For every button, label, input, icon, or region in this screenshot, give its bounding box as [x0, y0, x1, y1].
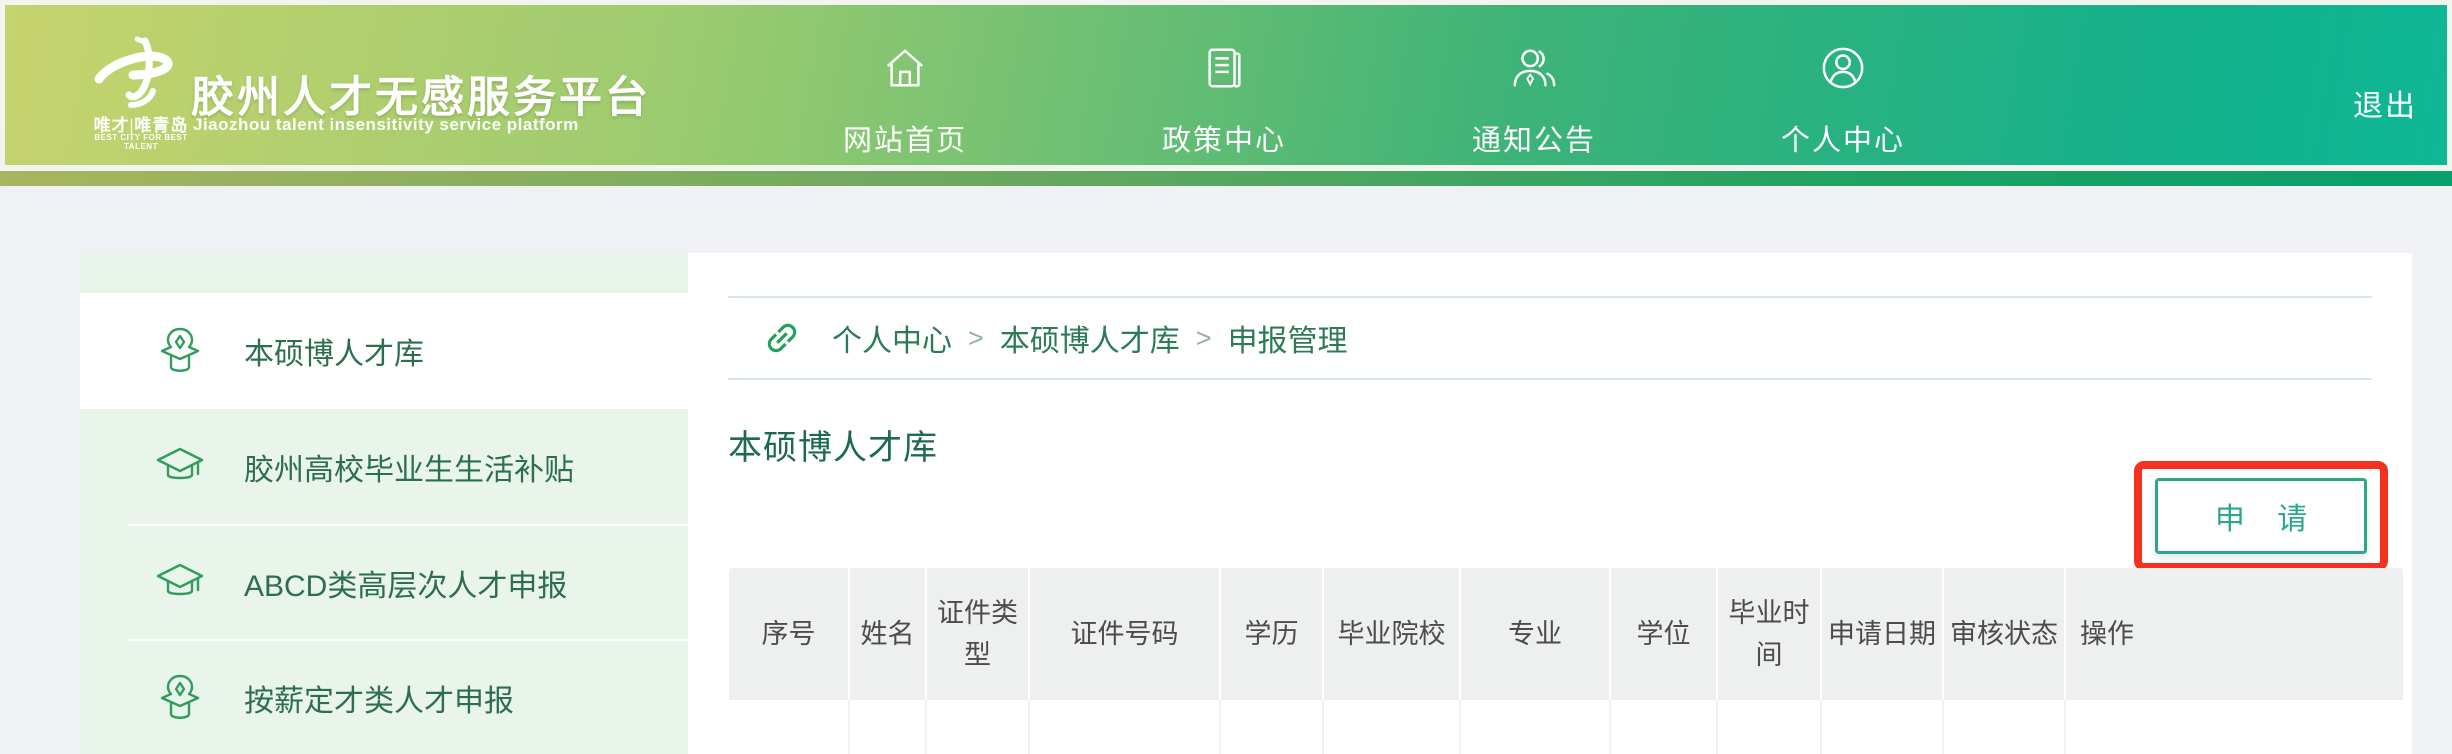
breadcrumb-item-current: 申报管理	[1228, 316, 1348, 360]
nav-label: 通知公告	[1424, 117, 1644, 159]
applications-table: 序号 姓名 证件类型 证件号码 学历 毕业院校 专业 学位 毕业时间 申请日期 …	[729, 568, 2403, 754]
sidebar-item-label: 胶州高校毕业生生活补贴	[244, 445, 574, 489]
page: 唯才|唯青岛 BEST CITY FOR BEST TALENT 胶州人才无感服…	[0, 0, 2452, 754]
logout-button[interactable]: 退出	[2353, 81, 2417, 125]
nav-item-policy[interactable]: 政策中心	[1114, 5, 1334, 170]
table-header-cell: 学位	[1611, 568, 1718, 700]
sidebar: 本硕博人才库 胶州高校毕业生生活补贴 ABCD类高层次人才申报	[80, 253, 688, 754]
policy-document-icon	[1201, 45, 1247, 91]
table-header-cell: 学历	[1221, 568, 1324, 700]
table-header-cell: 申请日期	[1822, 568, 1944, 700]
apply-button[interactable]: 申 请	[2155, 478, 2367, 554]
nav-label: 个人中心	[1733, 117, 1953, 159]
highlight-annotation: 申 请	[2134, 461, 2388, 571]
site-subtitle: Jiaozhou talent insensitivity service pl…	[193, 115, 579, 135]
graduation-cap-icon	[156, 443, 204, 491]
link-icon	[762, 318, 802, 358]
breadcrumb: 个人中心 > 本硕博人才库 > 申报管理	[728, 296, 2372, 380]
scholar-hat-icon	[156, 674, 204, 722]
table-header-cell: 毕业时间	[1718, 568, 1822, 700]
table-header-cell: 证件类型	[927, 568, 1030, 700]
table-row	[729, 700, 2403, 754]
table-header-cell: 证件号码	[1030, 568, 1221, 700]
sidebar-item-abcd-talent[interactable]: ABCD类高层次人才申报	[80, 524, 688, 639]
table-header-cell: 审核状态	[1944, 568, 2066, 700]
table-header-row: 序号 姓名 证件类型 证件号码 学历 毕业院校 专业 学位 毕业时间 申请日期 …	[729, 568, 2403, 700]
scholar-hat-icon	[156, 327, 204, 375]
sidebar-item-salary-talent[interactable]: 按薪定才类人才申报	[80, 639, 688, 754]
sidebar-item-label: 本硕博人才库	[244, 329, 424, 373]
breadcrumb-item-talent-pool[interactable]: 本硕博人才库	[1000, 316, 1180, 360]
logo-swirl-icon	[93, 35, 179, 115]
table-header-cell: 操作	[2066, 568, 2403, 700]
breadcrumb-separator: >	[1196, 323, 1212, 354]
table-header-cell: 姓名	[850, 568, 927, 700]
users-icon	[1511, 45, 1557, 91]
nav-label: 政策中心	[1114, 117, 1334, 159]
nav-item-announcements[interactable]: 通知公告	[1424, 5, 1644, 170]
top-header: 唯才|唯青岛 BEST CITY FOR BEST TALENT 胶州人才无感服…	[0, 0, 2452, 186]
user-circle-icon	[1820, 45, 1866, 91]
sidebar-item-label: ABCD类高层次人才申报	[244, 561, 567, 605]
nav-item-profile[interactable]: 个人中心	[1733, 5, 1953, 170]
sidebar-item-graduate-subsidy[interactable]: 胶州高校毕业生生活补贴	[80, 409, 688, 524]
table-header-cell: 毕业院校	[1324, 568, 1461, 700]
table-header-cell: 序号	[729, 568, 850, 700]
graduation-cap-icon	[156, 559, 204, 607]
sidebar-item-label: 按薪定才类人才申报	[244, 676, 514, 720]
logo-seal-subtext: BEST CITY FOR BEST TALENT	[83, 133, 199, 151]
sidebar-item-talent-pool[interactable]: 本硕博人才库	[80, 293, 688, 409]
header-gradient-band: 唯才|唯青岛 BEST CITY FOR BEST TALENT 胶州人才无感服…	[5, 5, 2447, 165]
nav-item-home[interactable]: 网站首页	[795, 5, 1015, 170]
home-icon	[882, 45, 928, 91]
breadcrumb-item-profile[interactable]: 个人中心	[832, 316, 952, 360]
main-panel: 个人中心 > 本硕博人才库 > 申报管理 本硕博人才库 申 请 序号 姓名 证件…	[688, 253, 2412, 754]
header-sub-band	[0, 171, 2452, 186]
nav-label: 网站首页	[795, 117, 1015, 159]
table-header-cell: 专业	[1461, 568, 1611, 700]
breadcrumb-separator: >	[968, 323, 984, 354]
logo[interactable]	[93, 35, 179, 115]
